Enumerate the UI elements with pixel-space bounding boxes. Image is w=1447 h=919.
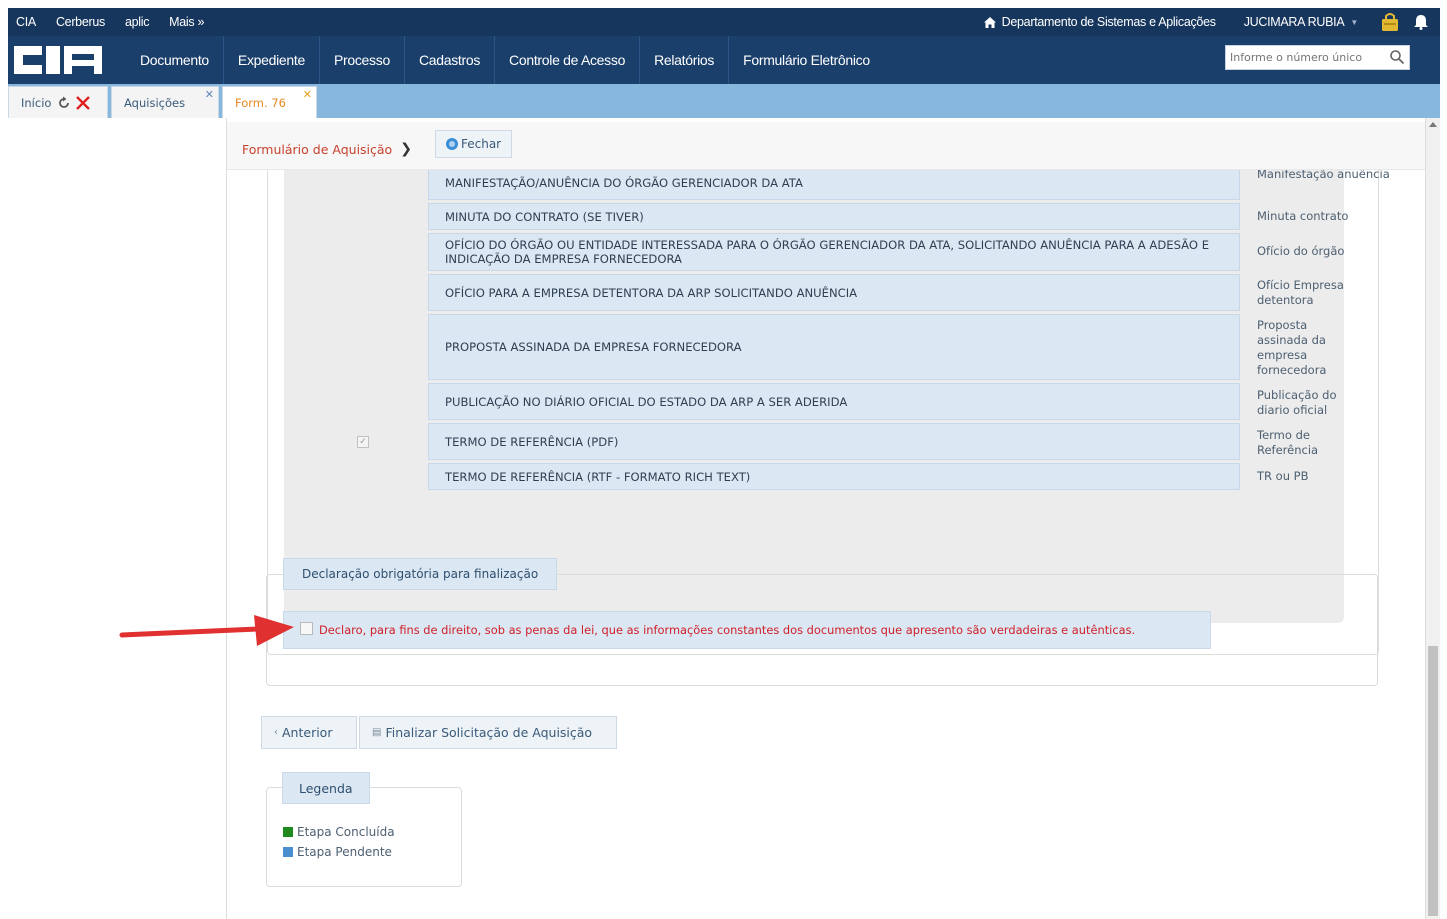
document-title: PUBLICAÇÃO NO DIÁRIO OFICIAL DO ESTADO D… — [445, 394, 848, 409]
cia-logo[interactable] — [14, 44, 104, 76]
search-input[interactable] — [1226, 46, 1386, 69]
top-link-more[interactable]: Mais » — [169, 15, 204, 29]
legend-item-label: Etapa Concluída — [297, 825, 395, 839]
document-row[interactable]: MINUTA DO CONTRATO (SE TIVER) — [428, 203, 1240, 230]
tab-label: Form. 76 — [235, 95, 286, 110]
top-link-cerberus[interactable]: Cerberus — [56, 15, 105, 29]
document-label: Publicação do diario oficial — [1257, 388, 1337, 417]
document-row[interactable]: TERMO DE REFERÊNCIA (PDF) — [428, 423, 1240, 460]
document-label: Ofício Empresa detentora — [1257, 278, 1344, 307]
chevron-left-icon: ‹ — [274, 727, 278, 738]
legend-item-pending: Etapa Pendente — [283, 845, 392, 859]
document-row[interactable]: TERMO DE REFERÊNCIA (RTF - FORMATO RICH … — [428, 463, 1240, 490]
previous-button[interactable]: ‹ Anterior — [261, 716, 357, 749]
document-row[interactable]: PUBLICAÇÃO NO DIÁRIO OFICIAL DO ESTADO D… — [428, 383, 1240, 420]
legend-item-label: Etapa Pendente — [297, 845, 392, 859]
tab-aquisicoes[interactable]: Aquisições ✕ — [111, 86, 219, 118]
document-title: TERMO DE REFERÊNCIA (RTF - FORMATO RICH … — [445, 469, 751, 484]
document-label: Minuta contrato — [1257, 209, 1349, 223]
document-row[interactable]: PROPOSTA ASSINADA DA EMPRESA FORNECEDORA — [428, 314, 1240, 380]
main-menu-bar: Documento Expediente Processo Cadastros … — [8, 36, 1440, 84]
document-title: OFÍCIO DO ÓRGÃO OU ENTIDADE INTERESSADA … — [445, 238, 1210, 266]
menu-documento[interactable]: Documento — [126, 36, 223, 84]
previous-label: Anterior — [282, 725, 333, 740]
chevron-right-icon: ❯ — [400, 141, 412, 157]
menu-relatorios[interactable]: Relatórios — [640, 36, 728, 84]
top-links: CIA Cerberus aplic Mais » — [8, 8, 216, 36]
tab-label: Aquisições — [124, 95, 186, 110]
chevron-down-icon: ▼ — [1350, 17, 1358, 27]
refresh-icon[interactable] — [57, 96, 71, 110]
top-bar: CIA Cerberus aplic Mais » Departamento d… — [8, 8, 1440, 36]
close-icon[interactable] — [75, 95, 91, 111]
legend-item-completed: Etapa Concluída — [283, 825, 395, 839]
breadcrumb: Formulário de Aquisição ❯ — [242, 141, 412, 157]
menu-cadastros[interactable]: Cadastros — [405, 36, 494, 84]
tab-inicio[interactable]: Início — [8, 86, 108, 118]
finish-label: Finalizar Solicitação de Aquisição — [385, 725, 593, 740]
document-title: OFÍCIO PARA A EMPRESA DETENTORA DA ARP S… — [445, 285, 858, 300]
home-icon — [983, 16, 996, 28]
document-label: Proposta assinada da empresa fornecedora — [1257, 318, 1327, 377]
document-title: PROPOSTA ASSINADA DA EMPRESA FORNECEDORA — [445, 340, 742, 354]
document-checkbox-checked[interactable]: ✓ — [357, 436, 369, 448]
user-menu[interactable]: JUCIMARA RUBIA ▼ — [1243, 15, 1359, 29]
search-box — [1225, 45, 1410, 70]
page-header: Formulário de Aquisição ❯ Fechar — [227, 122, 1425, 170]
declaration-text[interactable]: Declaro, para fins de direito, sob as pe… — [319, 623, 1135, 637]
document-title: MANIFESTAÇÃO/ANUÊNCIA DO ÓRGÃO GERENCIAD… — [445, 176, 803, 190]
document-label: Ofício do órgão — [1257, 244, 1345, 258]
top-link-cia[interactable]: CIA — [16, 15, 36, 29]
declaration-box: Declaro, para fins de direito, sob as pe… — [283, 611, 1211, 649]
finish-request-button[interactable]: ▤ Finalizar Solicitação de Aquisição — [359, 716, 617, 749]
close-icon[interactable]: ✕ — [303, 88, 312, 101]
close-circle-icon — [446, 138, 458, 150]
tab-form-76[interactable]: Form. 76 ✕ — [222, 86, 317, 118]
close-button[interactable]: Fechar — [435, 130, 513, 158]
document-row[interactable]: MANIFESTAÇÃO/ANUÊNCIA DO ÓRGÃO GERENCIAD… — [428, 166, 1240, 200]
document-row[interactable]: OFÍCIO PARA A EMPRESA DETENTORA DA ARP S… — [428, 274, 1240, 311]
document-label: Termo de Referência — [1257, 428, 1319, 457]
document-label: TR ou PB — [1257, 469, 1309, 483]
close-icon[interactable]: ✕ — [205, 88, 214, 101]
document-title: TERMO DE REFERÊNCIA (PDF) — [445, 434, 619, 449]
tabs-bar: Início Aquisições ✕ Form. 76 ✕ — [8, 84, 1440, 118]
department-label: Departamento de Sistemas e Aplicações — [1001, 15, 1216, 29]
completed-swatch — [283, 827, 293, 837]
top-right: Departamento de Sistemas e Aplicações JU… — [983, 8, 1440, 36]
menu-expediente[interactable]: Expediente — [224, 36, 319, 84]
menu-formulario-eletronico[interactable]: Formulário Eletrônico — [729, 36, 884, 84]
document-title: MINUTA DO CONTRATO (SE TIVER) — [445, 209, 644, 224]
close-button-label: Fechar — [461, 137, 502, 151]
document-row[interactable]: OFÍCIO DO ÓRGÃO OU ENTIDADE INTERESSADA … — [428, 233, 1240, 271]
tab-label: Início — [21, 95, 52, 110]
pending-swatch — [283, 847, 293, 857]
user-name: JUCIMARA RUBIA — [1243, 15, 1345, 29]
search-icon[interactable] — [1389, 49, 1405, 65]
department-link[interactable]: Departamento de Sistemas e Aplicações — [983, 15, 1216, 29]
main-menu: Documento Expediente Processo Cadastros … — [126, 36, 884, 84]
scroll-up-arrow-icon[interactable] — [1429, 122, 1437, 127]
save-icon: ▤ — [372, 727, 382, 738]
declaration-checkbox[interactable] — [300, 621, 313, 635]
menu-processo[interactable]: Processo — [320, 36, 404, 84]
scrollbar-thumb[interactable] — [1428, 646, 1438, 916]
vertical-scrollbar[interactable] — [1426, 118, 1440, 919]
inbox-bag-icon[interactable] — [1380, 12, 1400, 32]
breadcrumb-title[interactable]: Formulário de Aquisição — [242, 142, 392, 157]
declaration-legend: Declaração obrigatória para finalização — [283, 558, 558, 590]
top-link-aplic[interactable]: aplic — [125, 15, 150, 29]
red-arrow-annotation — [119, 615, 294, 646]
bell-icon[interactable] — [1414, 14, 1428, 30]
legend-title: Legenda — [282, 772, 370, 804]
menu-controle-de-acesso[interactable]: Controle de Acesso — [495, 36, 639, 84]
